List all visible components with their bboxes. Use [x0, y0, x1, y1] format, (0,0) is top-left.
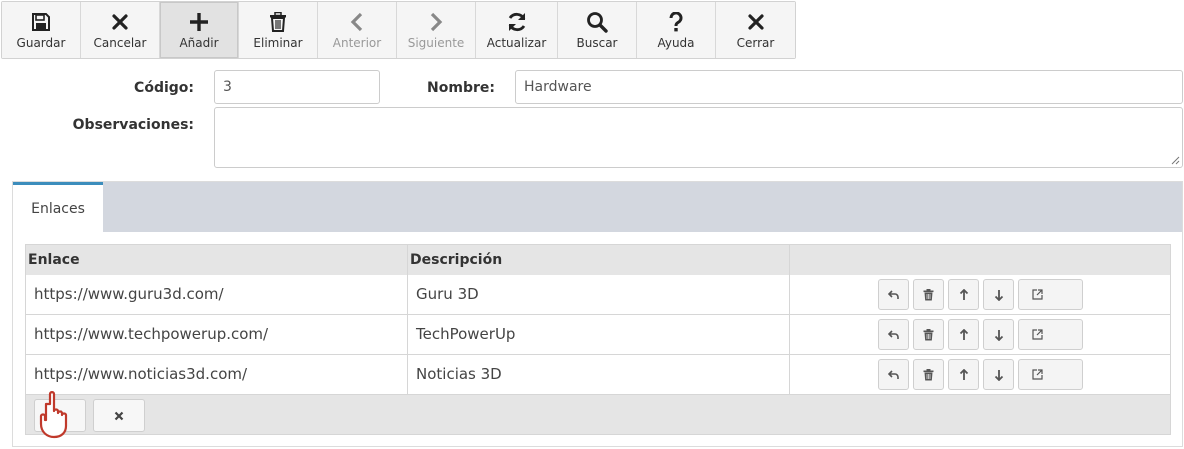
cell-enlace[interactable]: https://www.techpowerup.com/ — [26, 315, 408, 354]
move-up-button[interactable] — [948, 359, 979, 390]
eliminar-label: Eliminar — [253, 36, 303, 50]
siguiente-button[interactable]: Siguiente — [397, 2, 476, 58]
cell-descripcion[interactable]: TechPowerUp — [408, 315, 790, 354]
cell-actions — [790, 315, 1170, 354]
hand-pointer-icon — [39, 391, 68, 439]
move-up-button[interactable] — [948, 279, 979, 310]
trash-icon — [269, 11, 287, 33]
external-link-icon — [1032, 329, 1043, 340]
grid-header: Enlace Descripción — [26, 245, 1170, 276]
chevron-left-icon — [350, 11, 364, 33]
arrow-down-icon — [994, 289, 1003, 301]
buscar-button[interactable]: Buscar — [558, 2, 637, 58]
cell-descripcion[interactable]: Noticias 3D — [408, 355, 790, 394]
arrow-up-icon — [959, 288, 968, 300]
anadir-label: Añadir — [179, 36, 219, 50]
column-header-actions — [790, 245, 1170, 275]
column-header-descripcion[interactable]: Descripción — [408, 245, 790, 275]
codigo-label: Código: — [134, 80, 194, 96]
undo-icon — [887, 329, 899, 339]
grid-footer — [26, 396, 1170, 434]
question-icon — [669, 11, 683, 33]
undo-icon — [887, 369, 899, 379]
cancelar-button[interactable]: Cancelar — [81, 2, 160, 58]
refresh-icon — [506, 11, 528, 33]
save-icon — [31, 11, 51, 33]
open-link-button[interactable] — [1018, 319, 1083, 350]
trash-icon — [923, 288, 934, 300]
table-row[interactable]: https://www.techpowerup.com/ TechPowerUp — [26, 315, 1170, 355]
chevron-right-icon — [429, 11, 443, 33]
table-row[interactable]: https://www.guru3d.com/ Guru 3D — [26, 275, 1170, 315]
actualizar-button[interactable]: Actualizar — [476, 2, 558, 58]
delete-row-button[interactable] — [913, 359, 944, 390]
column-header-enlace[interactable]: Enlace — [26, 245, 408, 275]
nombre-label: Nombre: — [427, 80, 495, 96]
delete-row-button[interactable] — [913, 319, 944, 350]
arrow-down-icon — [994, 329, 1003, 341]
siguiente-label: Siguiente — [407, 36, 465, 50]
remove-row-button[interactable] — [93, 399, 145, 432]
x-icon — [112, 11, 128, 33]
undo-button[interactable] — [878, 359, 909, 390]
buscar-label: Buscar — [576, 36, 618, 50]
cell-actions — [790, 275, 1170, 314]
open-link-button[interactable] — [1018, 279, 1083, 310]
move-down-button[interactable] — [983, 319, 1014, 350]
x-icon — [747, 11, 764, 33]
arrow-down-icon — [994, 369, 1003, 381]
guardar-label: Guardar — [16, 36, 66, 50]
cerrar-button[interactable]: Cerrar — [716, 2, 795, 58]
table-row[interactable]: https://www.noticias3d.com/ Noticias 3D — [26, 355, 1170, 395]
move-up-button[interactable] — [948, 319, 979, 350]
tab-strip — [13, 182, 1182, 232]
move-down-button[interactable] — [983, 359, 1014, 390]
tab-enlaces[interactable]: Enlaces — [13, 182, 103, 232]
arrow-up-icon — [959, 328, 968, 340]
anadir-button[interactable]: Añadir — [160, 2, 239, 58]
codigo-field[interactable]: 3 — [214, 70, 380, 104]
cell-actions — [790, 355, 1170, 394]
observaciones-textarea[interactable] — [214, 107, 1183, 168]
cancelar-label: Cancelar — [93, 36, 147, 50]
external-link-icon — [1032, 369, 1043, 380]
links-grid: Enlace Descripción https://www.guru3d.co… — [25, 244, 1171, 435]
trash-icon — [923, 328, 934, 340]
cell-descripcion[interactable]: Guru 3D — [408, 275, 790, 314]
anterior-button[interactable]: Anterior — [318, 2, 397, 58]
undo-button[interactable] — [878, 279, 909, 310]
cerrar-label: Cerrar — [736, 36, 775, 50]
trash-icon — [923, 368, 934, 380]
tab-panel: Enlaces Enlace Descripción https://www.g… — [12, 181, 1183, 447]
guardar-button[interactable]: Guardar — [2, 2, 81, 58]
cell-enlace[interactable]: https://www.guru3d.com/ — [26, 275, 408, 314]
external-link-icon — [1032, 289, 1043, 300]
search-icon — [586, 11, 608, 33]
undo-button[interactable] — [878, 319, 909, 350]
ayuda-button[interactable]: Ayuda — [637, 2, 716, 58]
undo-icon — [887, 289, 899, 299]
nombre-field[interactable]: Hardware — [515, 70, 1183, 104]
resize-grip-icon[interactable] — [1170, 155, 1180, 165]
actualizar-label: Actualizar — [486, 36, 547, 50]
toolbar: Guardar Cancelar Añadir Eliminar Anterio… — [1, 1, 796, 59]
x-icon — [114, 411, 124, 420]
open-link-button[interactable] — [1018, 359, 1083, 390]
delete-row-button[interactable] — [913, 279, 944, 310]
observaciones-label: Observaciones: — [72, 117, 194, 133]
arrow-up-icon — [959, 368, 968, 380]
anterior-label: Anterior — [332, 36, 382, 50]
plus-icon — [189, 11, 209, 33]
move-down-button[interactable] — [983, 279, 1014, 310]
ayuda-label: Ayuda — [657, 36, 695, 50]
cell-enlace[interactable]: https://www.noticias3d.com/ — [26, 355, 408, 394]
eliminar-button[interactable]: Eliminar — [239, 2, 318, 58]
